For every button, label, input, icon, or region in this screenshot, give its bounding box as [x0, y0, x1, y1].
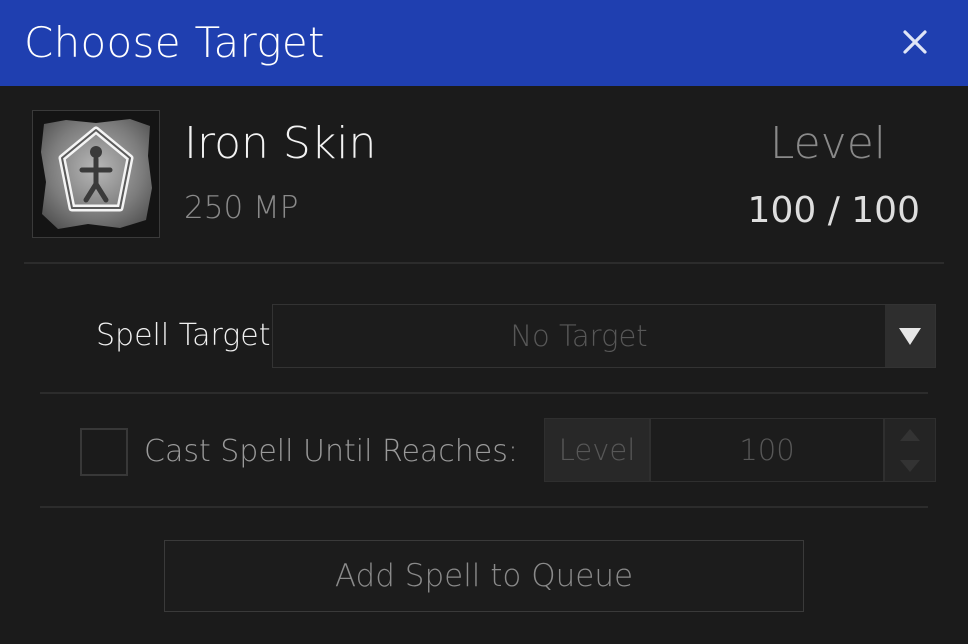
title-bar: Choose Target: [0, 0, 968, 86]
add-spell-to-queue-button[interactable]: Add Spell to Queue: [164, 540, 804, 612]
arrow-up-icon: [900, 428, 920, 441]
arrow-down-icon: [900, 459, 920, 472]
dialog-title: Choose Target: [24, 18, 325, 67]
section-divider: [40, 506, 928, 508]
iron-skin-spell-icon: [32, 110, 160, 238]
spell-target-dropdown[interactable]: No Target: [272, 304, 936, 368]
spell-name: Iron Skin: [184, 118, 377, 169]
cast-until-checkbox[interactable]: [80, 428, 128, 476]
close-icon: [903, 30, 927, 54]
choose-target-dialog: Choose Target Iron Skin 250 MP Level 100…: [0, 0, 968, 644]
spell-mp-cost: 250 MP: [184, 190, 299, 226]
dropdown-button[interactable]: [885, 305, 935, 367]
increment-button[interactable]: [885, 419, 935, 450]
value-spinner: [884, 418, 936, 482]
close-button[interactable]: [890, 18, 940, 66]
level-value: 100 / 100: [747, 190, 920, 231]
cast-until-label: Cast Spell Until Reaches:: [144, 434, 518, 469]
section-divider: [40, 392, 928, 394]
spell-target-selected-value: No Target: [510, 319, 648, 353]
cast-until-value-input[interactable]: 100: [650, 418, 884, 482]
chevron-down-icon: [899, 328, 921, 345]
spell-target-label: Spell Target:: [96, 318, 281, 353]
level-label: Level: [769, 118, 886, 169]
decrement-button[interactable]: [885, 450, 935, 481]
header-divider: [24, 262, 944, 264]
cast-until-unit-select[interactable]: Level: [544, 418, 650, 482]
